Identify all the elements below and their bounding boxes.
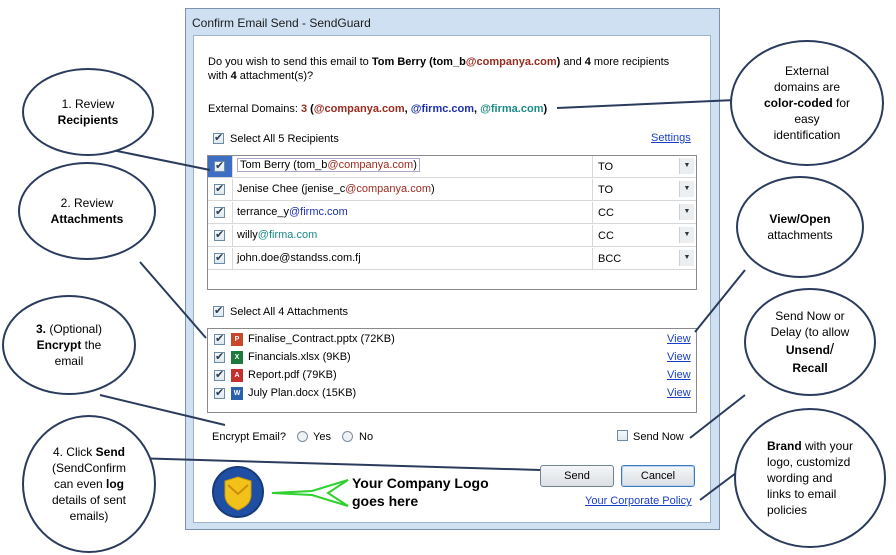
attachment-name: Finalise_Contract.pptx (72KB) bbox=[248, 333, 395, 345]
view-attachment-link[interactable]: View bbox=[667, 351, 691, 363]
view-attachment-link[interactable]: View bbox=[667, 387, 691, 399]
send-button[interactable]: Send bbox=[540, 465, 614, 487]
recipient-row[interactable]: terrance_y@firmc.com CC▼ bbox=[208, 202, 696, 224]
encrypt-label: Encrypt Email? bbox=[212, 431, 286, 443]
recipient-row[interactable]: willy@firma.com CC▼ bbox=[208, 225, 696, 247]
chevron-down-icon[interactable]: ▼ bbox=[679, 204, 694, 220]
send-now-label: Send Now bbox=[633, 431, 684, 443]
callout-click-send: 4. Click Send (SendConfirm can even log det… bbox=[22, 415, 156, 553]
callout-send-now: Send Now or Delay (to allow Unsend/Recall bbox=[744, 288, 876, 396]
view-attachment-link[interactable]: View bbox=[667, 369, 691, 381]
recipient-address: terrance_y@firmc.com bbox=[237, 206, 348, 218]
encrypt-no-radio[interactable] bbox=[342, 431, 353, 442]
send-now-checkbox[interactable] bbox=[617, 430, 628, 441]
recipient-type-select[interactable]: CC ▼ bbox=[592, 225, 696, 246]
attachment-checkbox[interactable] bbox=[214, 350, 225, 363]
callout-review-recipients: 1. Review Recipients bbox=[22, 68, 154, 156]
recipient-type-select[interactable]: BCC ▼ bbox=[592, 248, 696, 269]
encrypt-yes-radio[interactable] bbox=[297, 431, 308, 442]
select-all-attachments-label: Select All 4 Attachments bbox=[230, 306, 349, 318]
select-all-attachments-checkbox[interactable] bbox=[213, 304, 224, 317]
recipient-checkbox[interactable] bbox=[214, 159, 225, 172]
callout-brand: Brand with your logo, customizd wording an… bbox=[734, 408, 886, 548]
powerpoint-icon: P bbox=[231, 333, 243, 346]
recipient-row[interactable]: john.doe@standss.com.fj BCC▼ bbox=[208, 248, 696, 270]
recipient-checkbox[interactable] bbox=[214, 228, 225, 241]
attachment-name: July Plan.docx (15KB) bbox=[248, 387, 357, 399]
attachment-name: Financials.xlsx (9KB) bbox=[248, 351, 351, 363]
attachment-checkbox[interactable] bbox=[214, 368, 225, 381]
encrypt-yes-label: Yes bbox=[313, 431, 331, 443]
recipient-checkbox[interactable] bbox=[214, 205, 225, 218]
attachment-name: Report.pdf (79KB) bbox=[248, 369, 337, 381]
chevron-down-icon[interactable]: ▼ bbox=[679, 227, 694, 243]
company-logo-icon bbox=[212, 466, 264, 518]
corporate-policy-link[interactable]: Your Corporate Policy bbox=[585, 495, 692, 507]
chevron-down-icon[interactable]: ▼ bbox=[679, 181, 694, 197]
external-domains: External Domains: 3 (@companya.com, @fir… bbox=[208, 103, 548, 115]
confirm-question: Do you wish to send this email to Tom Be… bbox=[208, 56, 670, 68]
attachment-checkbox[interactable] bbox=[214, 332, 225, 345]
chevron-down-icon[interactable]: ▼ bbox=[679, 158, 694, 174]
recipient-checkbox[interactable] bbox=[214, 251, 225, 264]
recipient-type-select[interactable]: TO ▼ bbox=[592, 156, 696, 177]
recipient-address: willy@firma.com bbox=[237, 229, 318, 241]
confirm-question-line2: with 4 attachment(s)? bbox=[208, 70, 314, 82]
select-all-recipients-label: Select All 5 Recipients bbox=[230, 133, 339, 145]
callout-encrypt: 3. (Optional) Encrypt the email bbox=[2, 295, 136, 395]
attachment-checkbox[interactable] bbox=[214, 386, 225, 399]
pdf-icon: A bbox=[231, 369, 243, 382]
cancel-button[interactable]: Cancel bbox=[621, 465, 695, 487]
callout-view-attachments: View/Open attachments bbox=[736, 176, 864, 278]
recipient-type-select[interactable]: CC ▼ bbox=[592, 202, 696, 223]
recipient-checkbox[interactable] bbox=[214, 182, 225, 195]
select-all-recipients-checkbox[interactable] bbox=[213, 131, 224, 144]
word-icon: W bbox=[231, 387, 243, 400]
recipient-address: Tom Berry (tom_b@companya.com) bbox=[237, 158, 420, 172]
recipient-row[interactable]: Tom Berry (tom_b@companya.com) TO▼ bbox=[208, 156, 696, 178]
recipient-address: Jenise Chee (jenise_c@companya.com) bbox=[237, 183, 435, 195]
logo-placeholder-text-line2: goes here bbox=[352, 493, 419, 509]
recipient-row[interactable]: Jenise Chee (jenise_c@companya.com) TO▼ bbox=[208, 179, 696, 201]
arrow-left-icon bbox=[271, 479, 349, 507]
callout-review-attachments: 2. Review Attachments bbox=[18, 162, 156, 260]
view-attachment-link[interactable]: View bbox=[667, 333, 691, 345]
recipient-address: john.doe@standss.com.fj bbox=[237, 252, 361, 264]
logo-placeholder-text: Your Company Logo bbox=[352, 475, 489, 491]
chevron-down-icon[interactable]: ▼ bbox=[679, 250, 694, 266]
window-title: Confirm Email Send - SendGuard bbox=[192, 16, 371, 30]
encrypt-no-label: No bbox=[359, 431, 374, 443]
callout-external-domains: External domains are color-coded for easy id… bbox=[730, 40, 884, 166]
settings-link[interactable]: Settings bbox=[651, 132, 691, 144]
recipient-type-select[interactable]: TO ▼ bbox=[592, 179, 696, 200]
excel-icon: X bbox=[231, 351, 243, 364]
